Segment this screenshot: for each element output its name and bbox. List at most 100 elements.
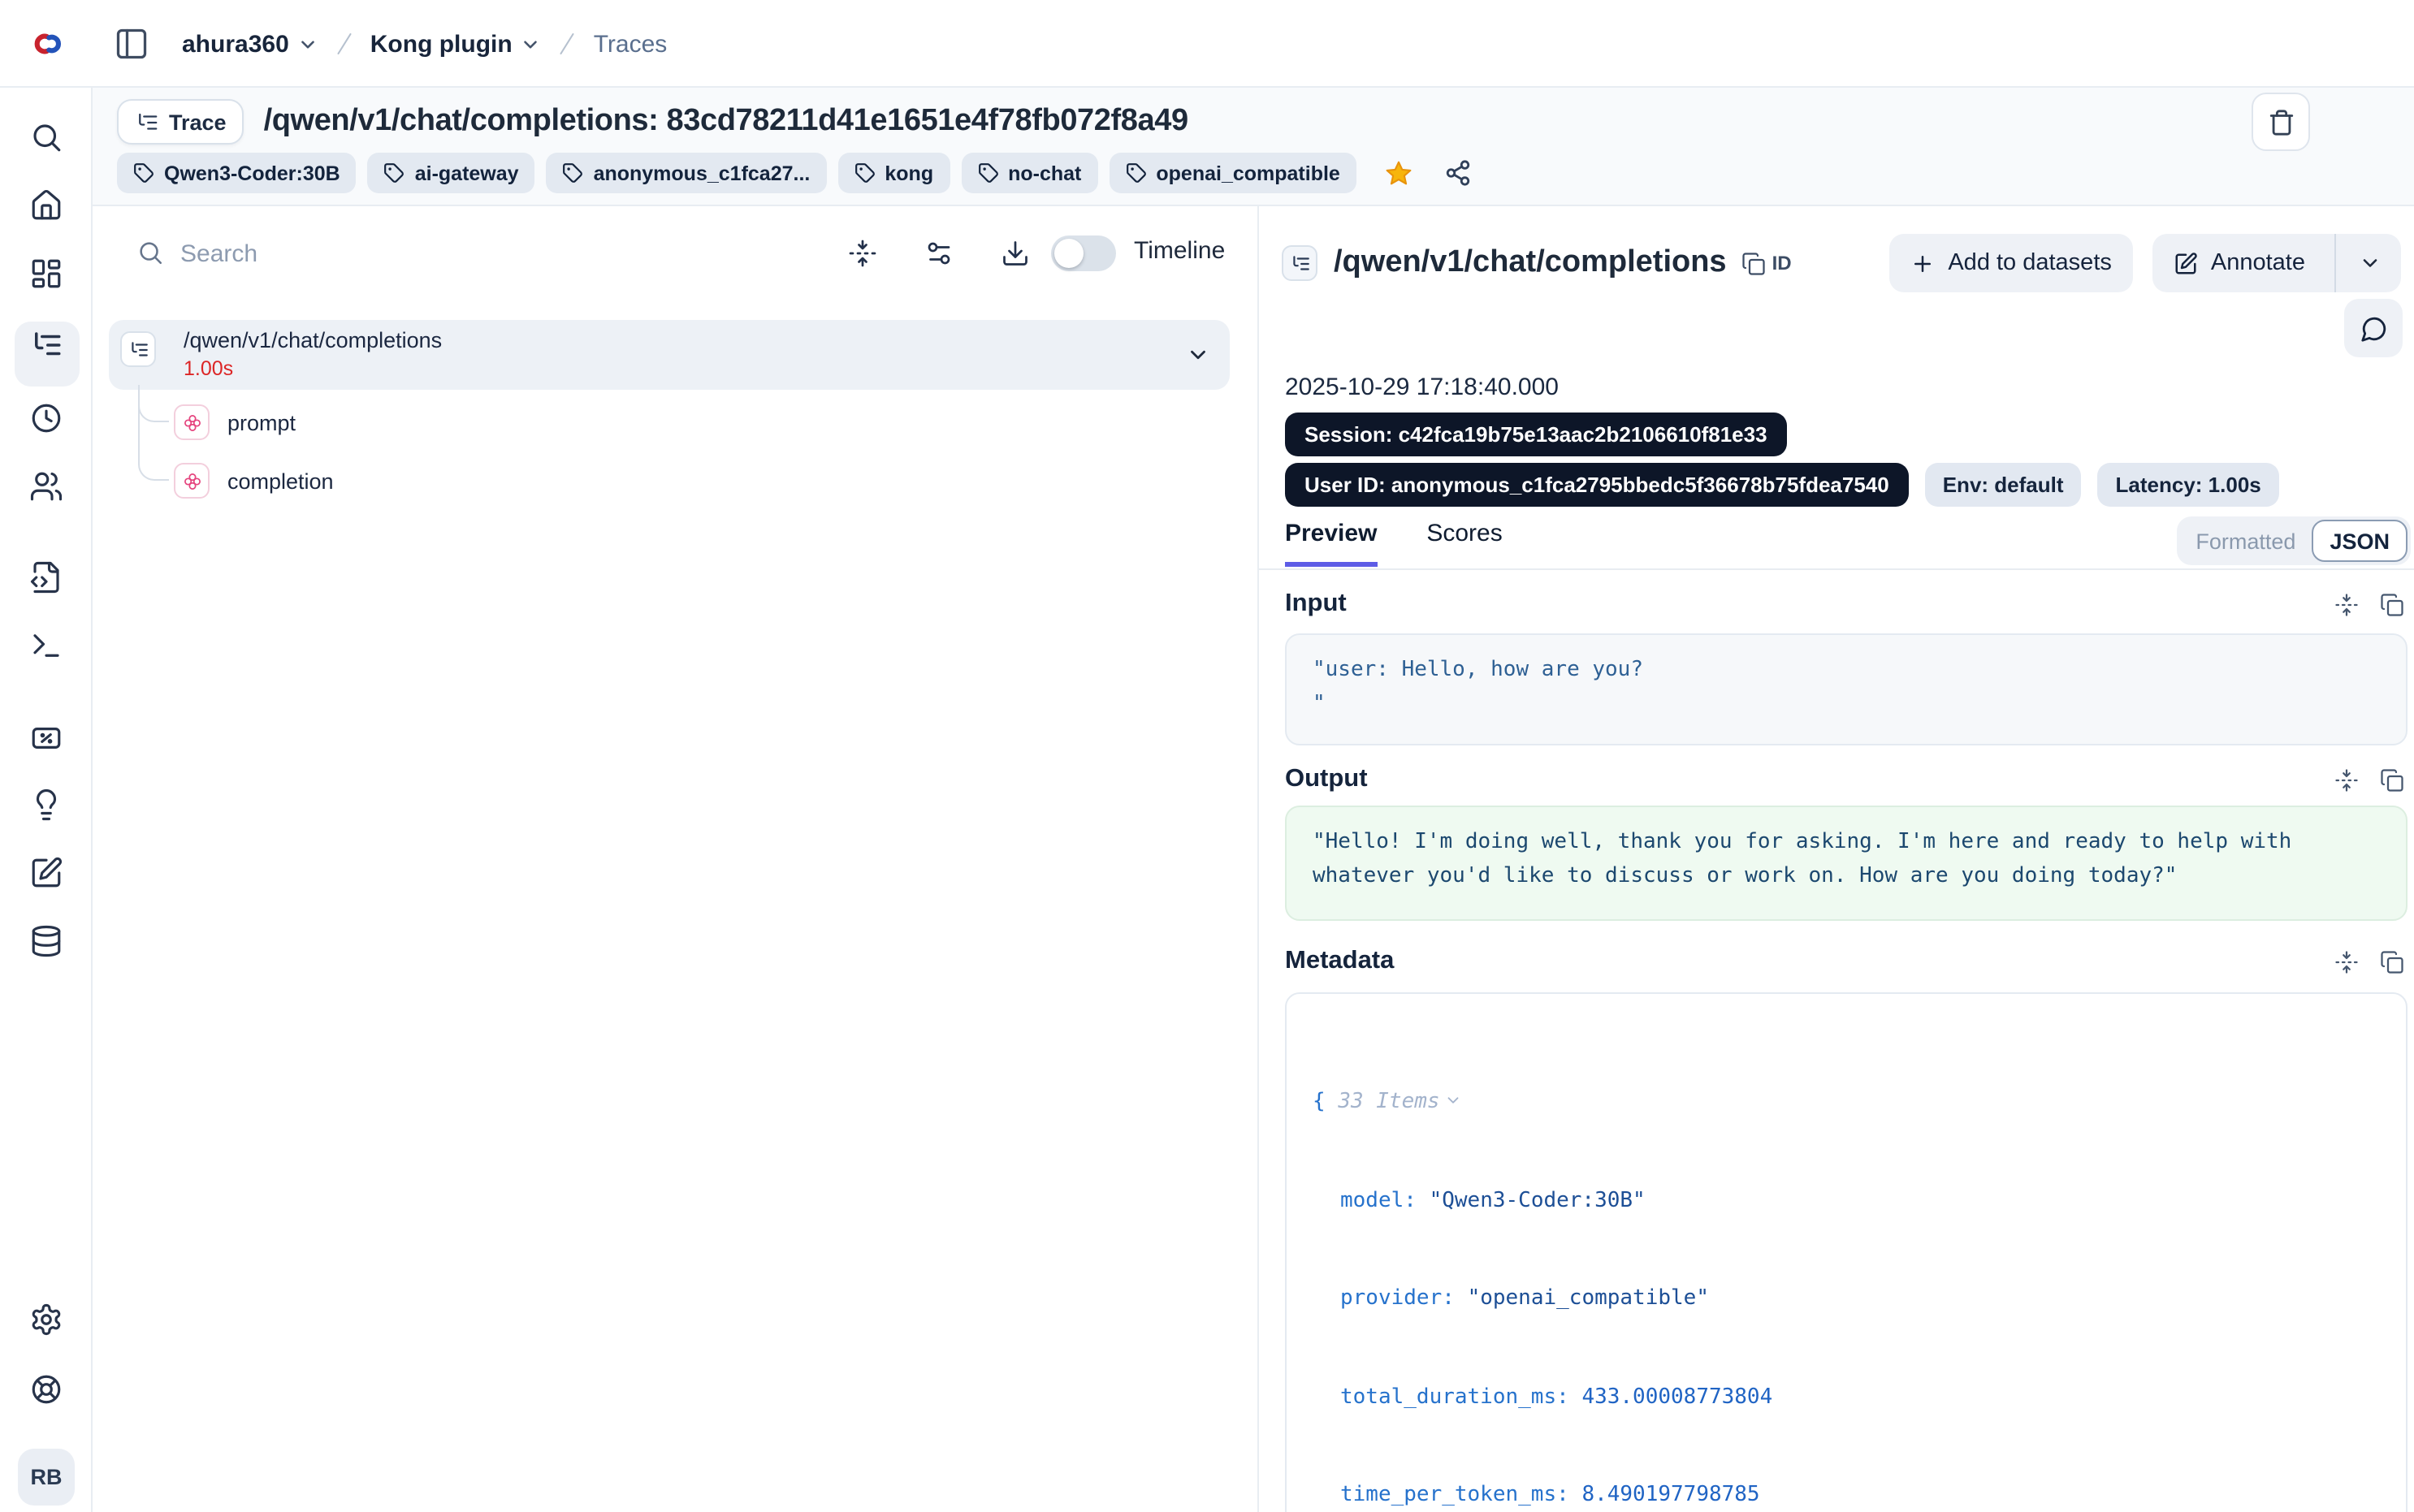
input-title: Input [1285, 590, 1347, 619]
download-icon[interactable] [1001, 239, 1030, 268]
chevron-down-icon[interactable] [1445, 1086, 1463, 1118]
search-input[interactable] [177, 231, 664, 276]
edit-square-icon [2174, 251, 2198, 275]
app-logo-icon[interactable] [26, 29, 62, 58]
nav-rail: RB [0, 88, 93, 1512]
timeline-toggle[interactable] [1051, 235, 1116, 271]
view-settings-icon[interactable] [924, 239, 954, 268]
copy-icon[interactable] [2380, 767, 2404, 792]
search-icon [136, 239, 164, 266]
home-icon[interactable] [29, 188, 63, 222]
search-icon[interactable] [29, 120, 63, 154]
chevron-down-icon [297, 33, 318, 54]
json-entry: time_per_token_ms: 8.490197798785 [1313, 1480, 2380, 1511]
trash-icon [2267, 108, 2295, 136]
tree-row-completion[interactable]: completion [174, 463, 334, 499]
delete-trace-button[interactable] [2252, 93, 2310, 151]
breadcrumb-project[interactable]: ahura360 [182, 30, 318, 58]
event-flower-icon [174, 463, 210, 499]
users-icon[interactable] [29, 469, 63, 503]
lightbulb-icon[interactable] [29, 788, 63, 822]
tree-row-prompt[interactable]: prompt [174, 404, 296, 440]
annotate-label: Annotate [2211, 250, 2305, 276]
copy-icon[interactable] [2380, 592, 2404, 616]
chevron-down-icon[interactable] [2359, 252, 2382, 274]
input-section-header: Input [1285, 590, 2404, 619]
tab-scores[interactable]: Scores [1426, 520, 1502, 562]
datasets-database-icon[interactable] [29, 924, 63, 958]
metadata-title: Metadata [1285, 947, 1394, 976]
copy-id-icon[interactable] [1741, 251, 1766, 275]
copy-icon[interactable] [2380, 949, 2404, 974]
tree-node-label: completion [227, 469, 334, 493]
latency-badge: Latency: 1.00s [2098, 463, 2279, 507]
traces-icon[interactable] [29, 328, 63, 362]
tag-icon [977, 162, 998, 184]
dashboard-icon[interactable] [29, 257, 63, 291]
evaluators-percent-icon[interactable] [29, 721, 63, 755]
share-icon[interactable] [1444, 159, 1472, 187]
tag-pill[interactable]: anonymous_c1fca27... [547, 153, 827, 193]
annotate-button[interactable]: Annotate [2152, 234, 2401, 292]
add-to-datasets-label: Add to datasets [1948, 250, 2112, 276]
settings-gear-icon[interactable] [29, 1302, 63, 1337]
trace-type-label: Trace [169, 110, 227, 134]
chevron-down-icon[interactable] [1186, 343, 1210, 367]
user-initials: RB [31, 1465, 63, 1489]
tree-row-trace[interactable]: /qwen/v1/chat/completions 1.00s [109, 320, 1230, 390]
json-entry: model: "Qwen3-Coder:30B" [1313, 1185, 2380, 1216]
metadata-section-header: Metadata [1285, 947, 2404, 976]
tabs-divider [1259, 568, 2414, 570]
trace-node-label: /qwen/v1/chat/completions [184, 328, 442, 352]
tag-pill[interactable]: kong [837, 153, 950, 193]
tag-pill[interactable]: no-chat [961, 153, 1097, 193]
json-item-count: 33 Items [1338, 1090, 1439, 1114]
env-badge: Env: default [1925, 463, 2082, 507]
chevron-down-icon [521, 33, 542, 54]
input-line: "user: Hello, how are you? [1313, 658, 1643, 682]
support-lifebuoy-icon[interactable] [29, 1372, 63, 1406]
comments-button[interactable] [2344, 299, 2403, 357]
top-bar: ahura360 Kong plugin Traces [0, 0, 2414, 88]
breadcrumb: ahura360 Kong plugin Traces [182, 0, 667, 88]
tag-pill[interactable]: openai_compatible [1109, 153, 1356, 193]
tag-label: openai_compatible [1156, 162, 1339, 184]
prompts-file-code-icon[interactable] [29, 560, 63, 594]
annotation-pen-icon[interactable] [29, 856, 63, 890]
sidebar-toggle-icon[interactable] [114, 26, 149, 62]
metadata-json-viewer[interactable]: { 33 Items model: "Qwen3-Coder:30B" prov… [1285, 992, 2408, 1512]
output-content[interactable]: "Hello! I'm doing well, thank you for as… [1285, 806, 2408, 921]
json-root-line[interactable]: { 33 Items [1313, 1086, 2380, 1118]
input-content[interactable]: "user: Hello, how are you?" [1285, 633, 2408, 745]
event-flower-icon [174, 404, 210, 440]
add-to-datasets-button[interactable]: Add to datasets [1889, 234, 2133, 292]
user-id-badge[interactable]: User ID: anonymous_c1fca2795bbedc5f36678… [1285, 463, 1909, 507]
badge-row: User ID: anonymous_c1fca2795bbedc5f36678… [1285, 463, 2279, 507]
user-avatar[interactable]: RB [18, 1449, 75, 1506]
json-value: "Qwen3-Coder:30B" [1430, 1188, 1646, 1212]
button-divider [2334, 234, 2336, 292]
view-formatted-option[interactable]: Formatted [2179, 529, 2312, 553]
tag-pill[interactable]: ai-gateway [368, 153, 535, 193]
tag-label: anonymous_c1fca27... [594, 162, 811, 184]
breadcrumb-section-label: Kong plugin [370, 30, 513, 58]
breadcrumb-separator-icon [553, 29, 582, 58]
collapse-section-icon[interactable] [2334, 767, 2359, 792]
json-value: "openai_compatible" [1468, 1286, 1709, 1311]
session-badge[interactable]: Session: c42fca19b75e13aac2b2106610f81e3… [1285, 413, 1787, 456]
collapse-all-icon[interactable] [848, 239, 877, 268]
tag-pill[interactable]: Qwen3-Coder:30B [117, 153, 357, 193]
playground-terminal-icon[interactable] [29, 629, 63, 663]
breadcrumb-separator-icon [330, 29, 359, 58]
collapse-section-icon[interactable] [2334, 949, 2359, 974]
view-json-option[interactable]: JSON [2312, 520, 2408, 562]
breadcrumb-section[interactable]: Kong plugin [370, 30, 542, 58]
breadcrumb-page-label[interactable]: Traces [594, 30, 668, 58]
bookmark-star-icon[interactable] [1384, 158, 1413, 188]
trace-node-duration: 1.00s [184, 357, 233, 380]
sessions-clock-icon[interactable] [29, 401, 63, 435]
tag-label: Qwen3-Coder:30B [164, 162, 340, 184]
id-label: ID [1772, 252, 1792, 274]
collapse-section-icon[interactable] [2334, 592, 2359, 616]
tab-preview[interactable]: Preview [1285, 520, 1377, 567]
